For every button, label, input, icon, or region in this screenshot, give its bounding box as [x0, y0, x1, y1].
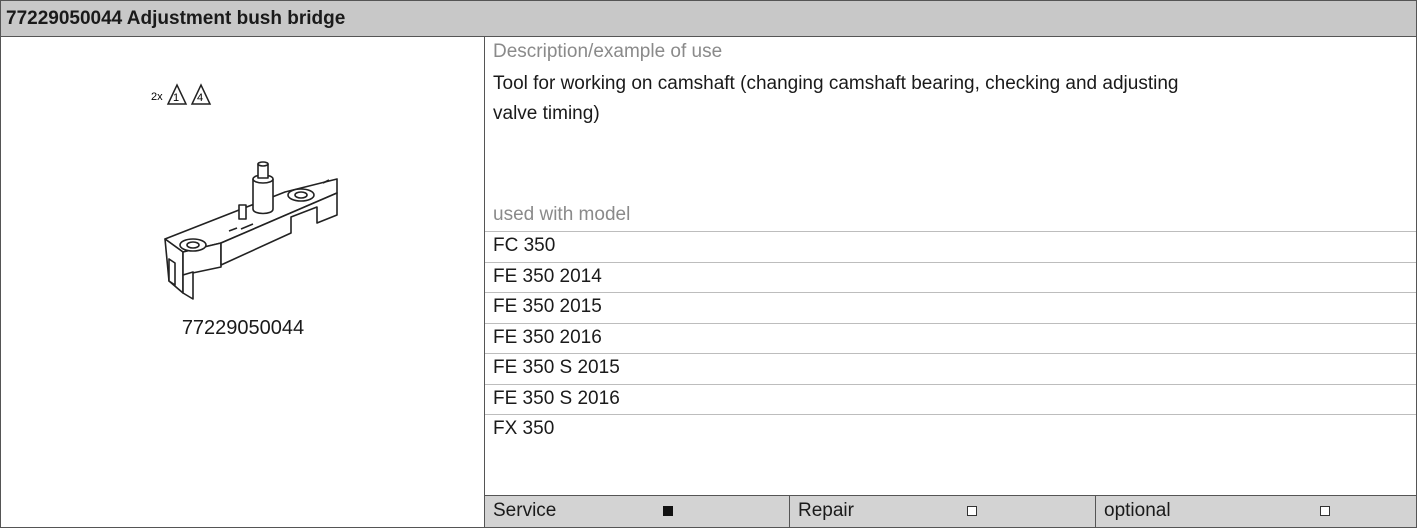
- warning-number-4: 4: [197, 92, 203, 104]
- description-label: Description/example of use: [493, 41, 723, 62]
- description-text-line-2: valve timing): [493, 103, 600, 124]
- list-item: FE 350 2016: [485, 322, 1416, 354]
- tool-details-panel: Description/example of use Tool for work…: [485, 37, 1416, 527]
- repair-label: Repair: [798, 500, 854, 521]
- description-text-line-1: Tool for working on camshaft (changing c…: [493, 73, 1179, 94]
- repair-checkbox[interactable]: [967, 506, 977, 516]
- list-item: FE 350 2014: [485, 261, 1416, 293]
- tool-header: 77229050044 Adjustment bush bridge: [1, 1, 1416, 37]
- model-list: FC 350 FE 350 2014 FE 350 2015 FE 350 20…: [485, 231, 1416, 445]
- list-item: FE 350 S 2015: [485, 353, 1416, 384]
- optional-checkbox[interactable]: [1320, 506, 1330, 516]
- model-name: FE 350 2015: [493, 296, 602, 317]
- model-name: FE 350 S 2016: [493, 387, 620, 409]
- adjustment-bush-bridge-illustration: 2x 1 4: [151, 83, 338, 300]
- models-label: used with model: [493, 204, 631, 225]
- tool-card: 77229050044 Adjustment bush bridge 2x 1 …: [0, 0, 1417, 528]
- service-cell: Service: [485, 496, 789, 527]
- warning-number-1: 1: [173, 92, 179, 104]
- quantity-note: 2x: [151, 91, 163, 103]
- part-number: 77229050044: [181, 317, 305, 339]
- list-item: FC 350: [485, 231, 1416, 262]
- service-checkbox[interactable]: [663, 506, 673, 516]
- model-name: FX 350: [493, 418, 555, 439]
- usage-category-bar: Service Repair optional: [485, 495, 1416, 527]
- tool-drawing: [164, 161, 338, 300]
- list-item: FE 350 S 2016: [485, 383, 1416, 415]
- repair-cell: Repair: [789, 496, 1095, 527]
- list-item: FX 350: [485, 414, 1416, 445]
- model-name: FC 350: [493, 235, 556, 256]
- model-name: FE 350 S 2015: [493, 357, 620, 378]
- model-name: FE 350 2014: [493, 265, 602, 287]
- model-name: FE 350 2016: [493, 326, 602, 348]
- list-item: FE 350 2015: [485, 292, 1416, 323]
- tool-image-panel: 2x 1 4 77229050044: [1, 37, 485, 527]
- optional-cell: optional: [1095, 496, 1416, 527]
- optional-label: optional: [1104, 500, 1171, 521]
- service-label: Service: [493, 500, 557, 521]
- tool-title: 77229050044 Adjustment bush bridge: [6, 8, 346, 29]
